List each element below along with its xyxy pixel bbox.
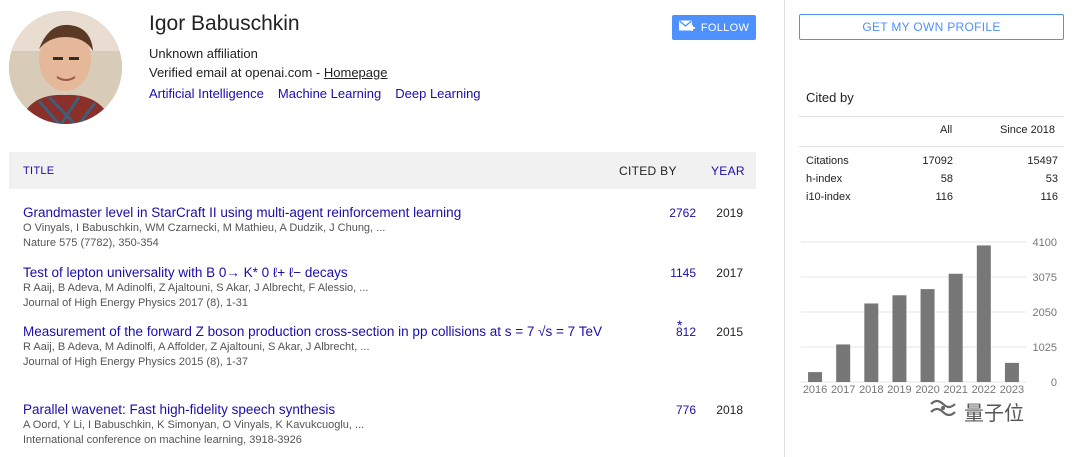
stats-row: Citations 17092 15497 [806, 155, 1058, 173]
publication-venue: Journal of High Energy Physics 2015 (8),… [23, 356, 249, 368]
cited-by-heading: Cited by [806, 90, 854, 105]
publication-authors: R Aaij, B Adeva, M Adinolfi, Z Ajaltouni… [23, 282, 369, 294]
follow-button[interactable]: FOLLOW [672, 15, 756, 40]
year-column-header[interactable]: YEAR [711, 164, 745, 178]
x-tick-label: 2021 [943, 384, 967, 396]
panel-divider [784, 0, 785, 457]
citation-bar[interactable] [808, 372, 823, 382]
profile-name: Igor Babuschkin [149, 12, 300, 35]
citation-bar[interactable] [920, 289, 935, 382]
watermark-logo-icon [928, 396, 958, 426]
divider [799, 146, 1064, 147]
divider [799, 116, 1064, 117]
x-tick-label: 2019 [887, 384, 911, 396]
citation-bar[interactable] [836, 344, 851, 382]
stats-column-since: Since 2018 [1000, 124, 1056, 136]
publication-authors: O Vinyals, I Babuschkin, WM Czarnecki, M… [23, 222, 386, 234]
avatar [9, 11, 122, 124]
publication-title[interactable]: Parallel wavenet: Fast high-fidelity spe… [23, 401, 608, 418]
homepage-link[interactable]: Homepage [324, 65, 388, 80]
stat-label: h-index [806, 173, 843, 185]
x-tick-label: 2018 [859, 384, 883, 396]
publication-venue: International conference on machine lear… [23, 434, 302, 446]
stat-label: Citations [806, 155, 849, 167]
citations-chart: 4100 3075 2050 1025 0 2016 2017 2018 2019 2020 202… [799, 230, 1064, 400]
cited-count[interactable]: 1145 [624, 266, 696, 280]
citation-bar[interactable] [864, 303, 879, 382]
interest-link[interactable]: Artificial Intelligence [149, 86, 264, 101]
publication-authors: R Aaij, B Adeva, M Adinolfi, A Affolder,… [23, 341, 370, 353]
citation-bar[interactable] [976, 245, 991, 382]
merged-citations-star: * [677, 317, 683, 333]
follow-label: FOLLOW [700, 21, 750, 34]
cited-by-column-header[interactable]: CITED BY [619, 164, 677, 178]
citation-bar[interactable] [892, 295, 907, 382]
publication-year: 2019 [716, 206, 743, 220]
y-tick-label: 4100 [1033, 237, 1057, 249]
x-tick-label: 2023 [1000, 384, 1024, 396]
publication-venue: Nature 575 (7782), 350-354 [23, 237, 159, 249]
stats-row: i10-index 116 116 [806, 191, 1058, 209]
table-row: Measurement of the forward Z boson produ… [23, 317, 756, 370]
cited-count[interactable]: 812 [624, 325, 696, 339]
watermark: 量子位 [928, 396, 1024, 426]
affiliation: Unknown affiliation [149, 46, 258, 61]
y-tick-label: 3075 [1033, 272, 1057, 284]
x-tick-label: 2017 [831, 384, 855, 396]
publication-year: 2018 [716, 403, 743, 417]
interests: Artificial Intelligence Machine Learning… [149, 86, 481, 101]
publication-year: 2015 [716, 325, 743, 339]
citation-bar[interactable] [948, 273, 963, 382]
table-row: Grandmaster level in StarCraft II using … [23, 204, 756, 251]
citation-bar[interactable] [1004, 362, 1019, 382]
x-tick-label: 2022 [972, 384, 996, 396]
title-column-header[interactable]: TITLE [23, 165, 54, 177]
y-tick-label: 1025 [1033, 342, 1057, 354]
citations-chart-svg: 4100 3075 2050 1025 0 2016 2017 2018 2019 2020 202… [801, 237, 1057, 396]
get-my-own-profile-button[interactable]: GET MY OWN PROFILE [799, 14, 1064, 40]
stat-all: 116 [935, 191, 953, 203]
stat-label: i10-index [806, 191, 851, 203]
publication-authors: A Oord, Y Li, I Babuschkin, K Simonyan, … [23, 419, 365, 431]
email-line: Verified email at openai.com - Homepage [149, 65, 387, 80]
stat-all: 58 [940, 173, 953, 185]
stat-since: 53 [1045, 173, 1058, 185]
x-tick-label: 2020 [915, 384, 939, 396]
stats-column-all: All [940, 124, 953, 136]
publication-year: 2017 [716, 266, 743, 280]
table-row: Test of lepton universality with B 0→ K*… [23, 264, 756, 311]
table-header: TITLE CITED BY YEAR [9, 152, 756, 189]
stats-row: h-index 58 53 [806, 173, 1058, 191]
email-text: Verified email at openai.com - [149, 65, 324, 80]
cited-count[interactable]: 776 [624, 403, 696, 417]
table-row: Parallel wavenet: Fast high-fidelity spe… [23, 401, 756, 448]
stat-since: 116 [1040, 191, 1058, 203]
interest-link[interactable]: Deep Learning [395, 86, 480, 101]
publication-title[interactable]: Measurement of the forward Z boson produ… [23, 323, 608, 340]
publication-title[interactable]: Grandmaster level in StarCraft II using … [23, 204, 608, 221]
watermark-text: 量子位 [964, 402, 1024, 425]
x-tick-label: 2016 [803, 384, 827, 396]
cited-count[interactable]: 2762 [624, 206, 696, 220]
stat-all: 17092 [922, 155, 953, 167]
mail-plus-icon [678, 19, 695, 36]
y-tick-label: 0 [1051, 377, 1057, 389]
stat-since: 15497 [1027, 155, 1058, 167]
interest-link[interactable]: Machine Learning [278, 86, 381, 101]
publication-venue: Journal of High Energy Physics 2017 (8),… [23, 297, 249, 309]
publication-title[interactable]: Test of lepton universality with B 0→ K*… [23, 264, 608, 281]
y-tick-label: 2050 [1033, 307, 1057, 319]
